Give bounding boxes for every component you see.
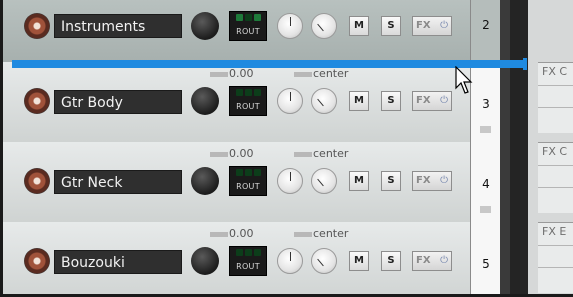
fx-button[interactable]: FX ⏻	[412, 171, 452, 191]
volume-dial[interactable]	[277, 168, 303, 194]
mixer-fx-label: FX C	[542, 65, 568, 78]
pan-dial[interactable]	[311, 13, 337, 39]
pan-fader-handle[interactable]	[294, 152, 312, 157]
record-arm-button[interactable]	[24, 88, 50, 114]
track-number-label: 4	[482, 177, 490, 191]
mixer-slot-divider	[538, 107, 573, 108]
pan-dial[interactable]	[311, 168, 337, 194]
volume-fader-handle[interactable]	[210, 232, 228, 237]
fx-label: FX	[416, 175, 431, 186]
mute-button[interactable]: M	[349, 16, 369, 36]
track-number-label: 5	[482, 257, 490, 271]
track-row[interactable]: Instruments ROUT M S FX ⏻ 2	[0, 0, 500, 63]
solo-button[interactable]: S	[381, 16, 401, 36]
track-divider-gutter[interactable]	[500, 0, 528, 297]
mixer-strip-panel: FX C FX C FX E	[528, 0, 573, 297]
track-name-field[interactable]: Gtr Neck	[54, 170, 182, 194]
solo-button[interactable]: S	[381, 251, 401, 271]
volume-readout: 0.00	[229, 227, 254, 240]
drag-drop-indicator	[12, 58, 527, 70]
mixer-fx-slot[interactable]: FX E	[538, 222, 573, 293]
volume-dial[interactable]	[277, 248, 303, 274]
fx-button[interactable]: FX ⏻	[412, 251, 452, 271]
pan-fader-handle[interactable]	[294, 232, 312, 237]
fx-label: FX	[416, 95, 431, 106]
mixer-fx-label: FX C	[542, 145, 568, 158]
route-button[interactable]: ROUT	[229, 86, 267, 116]
fx-label: FX	[416, 255, 431, 266]
volume-fader-handle[interactable]	[210, 72, 228, 77]
track-name-field[interactable]: Bouzouki	[54, 250, 182, 274]
pan-dial[interactable]	[311, 88, 337, 114]
solo-button[interactable]: S	[381, 171, 401, 191]
route-button[interactable]: ROUT	[229, 246, 267, 276]
mixer-slot-divider	[538, 245, 573, 246]
volume-dial[interactable]	[277, 88, 303, 114]
power-icon[interactable]: ⏻	[440, 172, 448, 190]
mouse-pointer-icon	[455, 66, 473, 94]
track-row[interactable]: 0.00 center Bouzouki ROUT M S FX ⏻ 5	[0, 222, 500, 297]
record-arm-button[interactable]	[24, 13, 50, 39]
route-label: ROUT	[236, 27, 260, 36]
window-border-left	[0, 0, 3, 297]
volume-fader-handle[interactable]	[210, 152, 228, 157]
route-button[interactable]: ROUT	[229, 11, 267, 41]
drop-indicator-cap	[523, 58, 527, 70]
pan-readout: center	[313, 227, 349, 240]
mixer-slot-divider	[538, 187, 573, 188]
volume-readout: 0.00	[229, 67, 254, 80]
track-row[interactable]: 0.00 center Gtr Body ROUT M S FX ⏻ 3	[0, 62, 500, 143]
pan-fader-handle[interactable]	[294, 72, 312, 77]
mixer-fx-label: FX E	[542, 225, 567, 238]
track-number[interactable]: 4	[470, 142, 500, 222]
pan-readout: center	[313, 147, 349, 160]
pan-readout: center	[313, 67, 349, 80]
power-icon[interactable]: ⏻	[440, 17, 448, 35]
track-number[interactable]: 5	[470, 222, 500, 297]
record-arm-button[interactable]	[24, 248, 50, 274]
volume-dial[interactable]	[277, 13, 303, 39]
route-label: ROUT	[236, 102, 260, 111]
track-row[interactable]: 0.00 center Gtr Neck ROUT M S FX ⏻ 4	[0, 142, 500, 223]
route-label: ROUT	[236, 262, 260, 271]
mute-button[interactable]: M	[349, 251, 369, 271]
mixer-slot-divider	[538, 85, 573, 86]
meter-leds	[230, 247, 266, 260]
folder-icon[interactable]	[480, 126, 491, 133]
fx-button[interactable]: FX ⏻	[412, 91, 452, 111]
mute-button[interactable]: M	[349, 91, 369, 111]
mute-button[interactable]: M	[349, 171, 369, 191]
power-icon[interactable]: ⏻	[440, 92, 448, 110]
mixer-fx-slot[interactable]: FX C	[538, 142, 573, 213]
mixer-fx-slot[interactable]: FX C	[538, 62, 573, 133]
mixer-slot-divider	[538, 165, 573, 166]
volume-knob[interactable]	[191, 247, 219, 275]
volume-knob[interactable]	[191, 87, 219, 115]
power-icon[interactable]: ⏻	[440, 252, 448, 270]
volume-knob[interactable]	[191, 167, 219, 195]
track-number[interactable]: 2	[470, 0, 500, 62]
route-label: ROUT	[236, 182, 260, 191]
reaper-track-view: Instruments ROUT M S FX ⏻ 2 0.00 center	[0, 0, 573, 297]
fx-label: FX	[416, 20, 431, 31]
folder-icon[interactable]	[480, 206, 491, 213]
solo-button[interactable]: S	[381, 91, 401, 111]
mixer-slot-divider	[538, 267, 573, 268]
track-number-label: 2	[482, 18, 490, 32]
track-control-panel: Instruments ROUT M S FX ⏻ 2 0.00 center	[0, 0, 500, 297]
volume-readout: 0.00	[229, 147, 254, 160]
track-name-field[interactable]: Gtr Body	[54, 90, 182, 114]
meter-leds	[230, 87, 266, 100]
meter-leds	[230, 167, 266, 180]
track-number-label: 3	[482, 97, 490, 111]
track-name-field[interactable]: Instruments	[54, 14, 182, 38]
route-button[interactable]: ROUT	[229, 166, 267, 196]
gutter-shade	[500, 0, 510, 297]
volume-knob[interactable]	[191, 12, 219, 40]
pan-dial[interactable]	[311, 248, 337, 274]
fx-button[interactable]: FX ⏻	[412, 16, 452, 36]
meter-leds	[230, 12, 266, 25]
record-arm-button[interactable]	[24, 168, 50, 194]
